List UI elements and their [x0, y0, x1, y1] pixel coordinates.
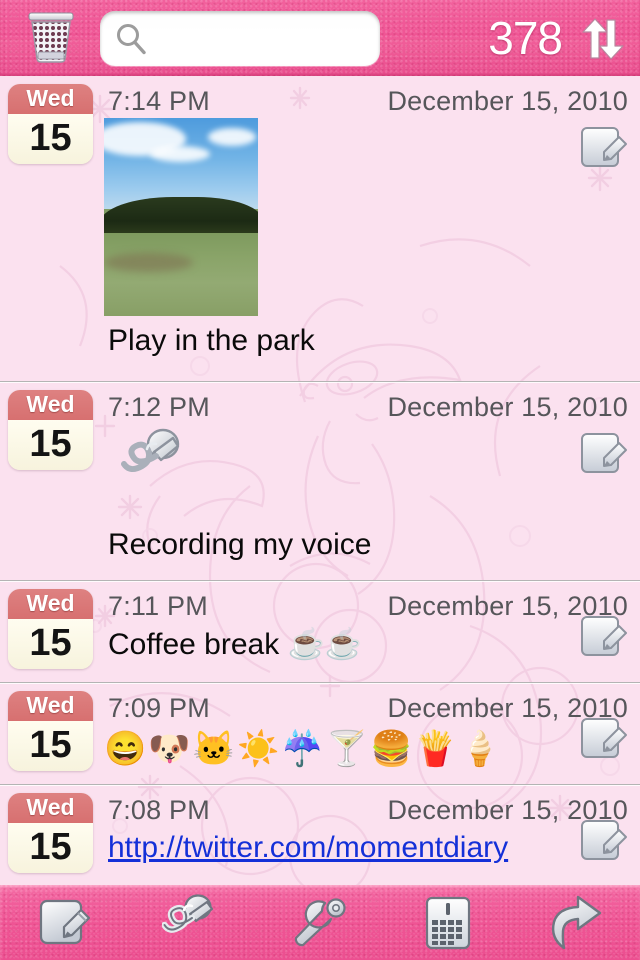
edit-note-icon[interactable]	[578, 715, 628, 770]
entry-time: 7:12 PM	[108, 392, 210, 422]
date-badge: Wed 15	[8, 589, 93, 669]
badge-day-of-week: Wed	[8, 793, 93, 823]
badge-day-of-month: 15	[8, 420, 93, 470]
entry-date: December 15, 2010	[387, 86, 628, 116]
entry-list[interactable]: Wed 15 7:14 PM December 15, 2010 Play in…	[0, 76, 640, 885]
entry-text: Coffee break ☕☕	[108, 628, 363, 661]
wrench-gear-icon	[294, 897, 346, 946]
list-item[interactable]: Wed 15 7:09 PM December 15, 2010 😄🐶🐱☀️☔🍸…	[0, 683, 640, 785]
edit-note-icon[interactable]	[578, 124, 628, 179]
list-item[interactable]: Wed 15 7:11 PM December 15, 2010 Coffee …	[0, 581, 640, 683]
date-badge: Wed 15	[8, 793, 93, 873]
search-field[interactable]	[100, 11, 380, 66]
list-item[interactable]: Wed 15 7:14 PM December 15, 2010 Play in…	[0, 76, 640, 382]
badge-day-of-month: 15	[8, 114, 93, 164]
entry-text: Recording my voice	[108, 528, 372, 561]
top-toolbar: 378	[0, 0, 640, 76]
list-item[interactable]: Wed 15 7:08 PM December 15, 2010 http://…	[0, 785, 640, 885]
entry-link[interactable]: http://twitter.com/momentdiary	[108, 831, 508, 865]
entry-time: 7:14 PM	[108, 86, 210, 116]
share-button[interactable]	[540, 892, 612, 954]
share-arrow-icon	[551, 895, 602, 949]
entry-time: 7:08 PM	[108, 795, 210, 825]
entry-text: 😄🐶🐱☀️☔🍸🍔🍟🍦	[104, 730, 504, 768]
settings-button[interactable]	[284, 892, 356, 954]
date-badge: Wed 15	[8, 691, 93, 771]
bottom-toolbar	[0, 885, 640, 960]
date-badge: Wed 15	[8, 84, 93, 164]
edit-note-icon[interactable]	[578, 430, 628, 485]
compose-button[interactable]	[28, 892, 100, 954]
list-item[interactable]: Wed 15 7:12 PM December 15, 2010 Recordi…	[0, 382, 640, 581]
entry-photo-thumbnail[interactable]	[104, 118, 258, 316]
badge-day-of-month: 15	[8, 619, 93, 669]
entry-time: 7:11 PM	[108, 591, 208, 621]
search-input[interactable]	[156, 11, 368, 66]
microphone-icon[interactable]	[118, 426, 194, 504]
calendar-icon	[425, 896, 471, 949]
sort-updown-icon[interactable]	[574, 14, 630, 64]
record-audio-button[interactable]	[156, 892, 228, 954]
calendar-button[interactable]	[412, 892, 484, 954]
search-icon	[117, 24, 146, 55]
edit-note-icon[interactable]	[578, 613, 628, 668]
microphone-icon	[162, 893, 214, 933]
badge-day-of-week: Wed	[8, 390, 93, 420]
trash-icon[interactable]	[20, 7, 82, 69]
badge-day-of-month: 15	[8, 721, 93, 771]
entry-text: Play in the park	[108, 324, 315, 357]
entry-date: December 15, 2010	[387, 392, 628, 422]
badge-day-of-month: 15	[8, 823, 93, 873]
badge-day-of-week: Wed	[8, 691, 93, 721]
entry-count: 378	[488, 12, 563, 64]
entry-time: 7:09 PM	[108, 693, 210, 723]
badge-day-of-week: Wed	[8, 589, 93, 619]
pencil-note-icon	[39, 899, 91, 944]
edit-note-icon[interactable]	[578, 817, 628, 872]
badge-day-of-week: Wed	[8, 84, 93, 114]
moment-diary-app: 378 Wed 15 7:14 PM December 15, 2010 Pla…	[0, 0, 640, 960]
date-badge: Wed 15	[8, 390, 93, 470]
